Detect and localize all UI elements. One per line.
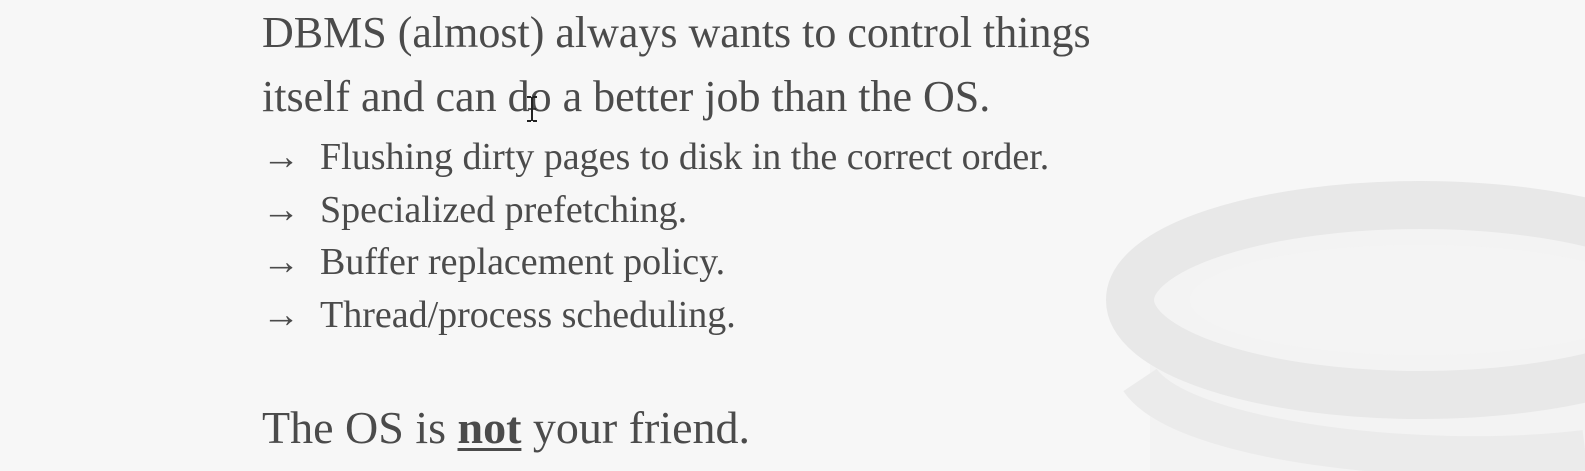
headline-line-1: DBMS (almost) always wants to control th… bbox=[262, 8, 1091, 57]
slide-content: DBMS (almost) always wants to control th… bbox=[262, 0, 1091, 453]
bullet-list: → Flushing dirty pages to disk in the co… bbox=[262, 131, 1091, 341]
closing-text-start: The OS is bbox=[262, 402, 458, 453]
arrow-right-icon: → bbox=[262, 136, 300, 178]
text-cursor-icon bbox=[527, 96, 537, 122]
closing-text-end: your friend. bbox=[521, 402, 751, 453]
list-item: → Thread/process scheduling. bbox=[262, 289, 1091, 342]
bullet-text: Buffer replacement policy. bbox=[320, 241, 726, 283]
slide-headline: DBMS (almost) always wants to control th… bbox=[262, 0, 1091, 129]
headline-line-2: itself and can do a better job than the … bbox=[262, 72, 991, 121]
bullet-text: Thread/process scheduling. bbox=[320, 293, 736, 336]
list-item: → Specialized prefetching. bbox=[262, 184, 1091, 237]
list-item: → Flushing dirty pages to disk in the co… bbox=[262, 131, 1091, 184]
arrow-right-icon: → bbox=[262, 188, 300, 231]
bullet-text: Specialized prefetching. bbox=[320, 188, 688, 231]
list-item: → Buffer replacement policy. bbox=[262, 236, 1091, 289]
closing-emphasis: not bbox=[457, 402, 522, 453]
arrow-right-icon: → bbox=[262, 293, 300, 336]
closing-statement: The OS is not your friend. bbox=[262, 398, 750, 458]
bullet-text: Flushing dirty pages to disk in the corr… bbox=[320, 136, 1050, 178]
arrow-right-icon: → bbox=[262, 241, 300, 283]
